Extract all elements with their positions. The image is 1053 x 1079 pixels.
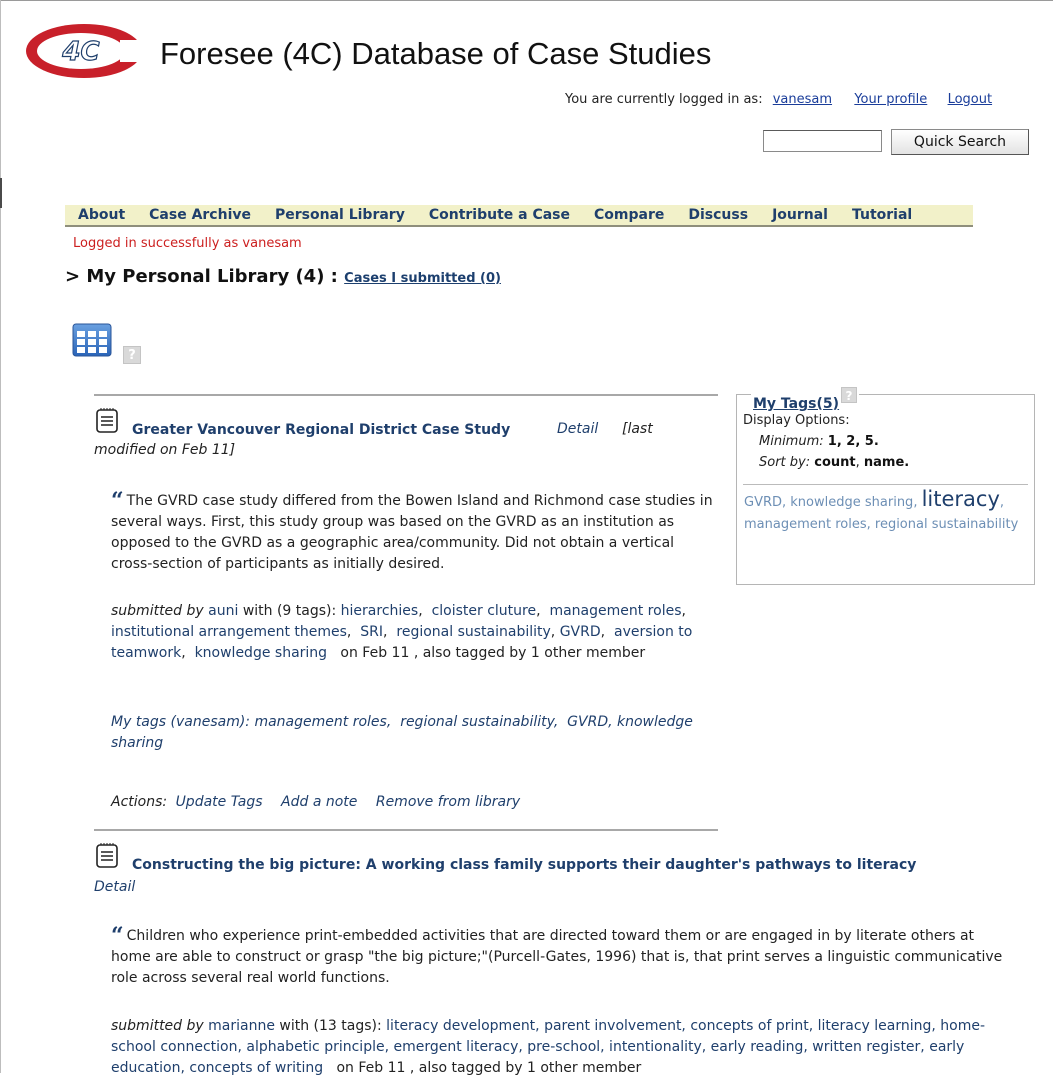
my-tag-link[interactable]: GVRD xyxy=(567,714,608,730)
help-icon[interactable]: ? xyxy=(841,387,858,403)
case-modified-date-end: modified on Feb 11] xyxy=(94,442,236,458)
nav-discuss[interactable]: Discuss xyxy=(688,207,748,223)
tag-link[interactable]: knowledge sharing xyxy=(195,645,328,661)
tag-link[interactable]: SRI xyxy=(360,624,383,640)
nav-case-archive[interactable]: Case Archive xyxy=(149,207,251,223)
tag-cloud-item[interactable]: GVRD xyxy=(744,495,782,510)
case-title-link[interactable]: Constructing the big picture: A working … xyxy=(132,857,916,873)
main-nav: About Case Archive Personal Library Cont… xyxy=(65,205,973,227)
my-tags-panel: My Tags(5)? Display Options: Minimum: 1,… xyxy=(736,387,1035,585)
actions-label: Actions: xyxy=(111,794,168,810)
document-icon xyxy=(96,408,118,433)
my-tag-link[interactable]: regional sustainability xyxy=(400,714,554,730)
submitted-by-label: submitted by xyxy=(111,603,204,619)
username-link[interactable]: vanesam xyxy=(773,92,832,107)
tag-link[interactable]: hierarchies xyxy=(341,603,419,619)
page-title: > My Personal Library (4) : Cases I subm… xyxy=(65,266,501,287)
logout-link[interactable]: Logout xyxy=(948,92,993,107)
tag-link[interactable]: cloister cluture xyxy=(432,603,537,619)
tag-panel-divider xyxy=(743,484,1028,485)
my-tag-link[interactable]: management roles xyxy=(254,714,386,730)
case-excerpt: “Children who experience print-embedded … xyxy=(111,923,1011,989)
login-status-bar: You are currently logged in as: vanesam … xyxy=(565,92,992,107)
sort-option: Sort by: count, name. xyxy=(759,455,910,470)
login-success-message: Logged in successfully as vanesam xyxy=(73,236,302,251)
case-divider xyxy=(94,394,718,396)
case-submission-info: submitted by auni with (9 tags): hierarc… xyxy=(111,603,693,661)
site-title: Foresee (4C) Database of Case Studies xyxy=(160,36,712,71)
quote-mark-icon: “ xyxy=(111,923,124,949)
sort-name-link[interactable]: name. xyxy=(864,455,909,470)
logo-lettering: 4C xyxy=(61,37,99,67)
sort-count-link[interactable]: count xyxy=(814,455,855,470)
sort-label: Sort by: xyxy=(759,455,811,470)
case-excerpt: “The GVRD case study differed from the B… xyxy=(111,488,716,575)
nav-contribute-case[interactable]: Contribute a Case xyxy=(429,207,570,223)
case-divider xyxy=(94,829,718,831)
tag-link[interactable]: institutional arrangement themes xyxy=(111,624,347,640)
window-edge-mark xyxy=(0,178,2,208)
minimum-values[interactable]: 1, 2, 5. xyxy=(828,434,879,449)
tag-count: with (13 tags): xyxy=(279,1018,382,1034)
nav-about[interactable]: About xyxy=(78,207,125,223)
login-prefix: You are currently logged in as: xyxy=(565,92,763,107)
case-excerpt-text: Children who experience print-embedded a… xyxy=(111,928,1003,986)
minimum-label: Minimum: xyxy=(759,434,824,449)
tag-cloud-item[interactable]: management roles xyxy=(744,517,867,532)
help-icon[interactable]: ? xyxy=(123,346,141,364)
quote-mark-icon: “ xyxy=(111,488,124,514)
tag-cloud-item[interactable]: regional sustainability xyxy=(875,517,1018,532)
submission-suffix: on Feb 11 , also tagged by 1 other membe… xyxy=(340,645,646,661)
document-icon xyxy=(96,843,118,868)
tag-cloud-item[interactable]: literacy xyxy=(922,487,1000,511)
case-detail-link[interactable]: Detail xyxy=(94,879,135,895)
nav-journal[interactable]: Journal xyxy=(772,207,828,223)
submitted-by-label: submitted by xyxy=(111,1018,204,1034)
case-detail-link[interactable]: Detail xyxy=(557,421,598,437)
window-top-edge xyxy=(0,0,1053,1)
my-tags-heading: My Tags(5)? xyxy=(751,387,860,412)
tag-cloud: GVRD, knowledge sharing, literacy, manag… xyxy=(744,487,1019,532)
window-left-edge xyxy=(0,0,1,1073)
tag-link[interactable]: regional sustainability xyxy=(396,624,550,640)
my-tags-label: My tags (vanesam): xyxy=(111,714,251,730)
update-tags-link[interactable]: Update Tags xyxy=(176,794,263,810)
nav-tutorial[interactable]: Tutorial xyxy=(852,207,912,223)
minimum-option: Minimum: 1, 2, 5. xyxy=(759,434,879,449)
case-actions: Actions: Update Tags Add a note Remove f… xyxy=(111,794,520,810)
remove-from-library-link[interactable]: Remove from library xyxy=(376,794,520,810)
nav-compare[interactable]: Compare xyxy=(594,207,664,223)
tag-count: with (9 tags): xyxy=(242,603,337,619)
my-tags-line: My tags (vanesam): management roles, reg… xyxy=(111,714,693,751)
case-excerpt-text: The GVRD case study differed from the Bo… xyxy=(111,493,713,572)
submitter-link[interactable]: marianne xyxy=(208,1018,275,1034)
library-heading: > My Personal Library (4) : xyxy=(65,266,338,287)
submitter-link[interactable]: auni xyxy=(208,603,238,619)
site-logo[interactable]: 4C xyxy=(24,22,144,80)
my-tags-title-link[interactable]: My Tags(5) xyxy=(753,396,839,412)
submission-suffix: on Feb 11 , also tagged by 1 other membe… xyxy=(336,1060,642,1076)
nav-personal-library[interactable]: Personal Library xyxy=(275,207,405,223)
display-options-label: Display Options: xyxy=(743,413,850,428)
tag-link[interactable]: GVRD xyxy=(560,624,601,640)
cases-submitted-link[interactable]: Cases I submitted (0) xyxy=(344,271,501,286)
tag-link[interactable]: management roles xyxy=(549,603,681,619)
add-note-link[interactable]: Add a note xyxy=(281,794,357,810)
case-submission-info: submitted by marianne with (13 tags): li… xyxy=(111,1016,1011,1079)
table-view-icon[interactable] xyxy=(72,323,112,357)
case-modified-date-start: [last xyxy=(622,421,653,437)
profile-link[interactable]: Your profile xyxy=(854,92,927,107)
quick-search-input[interactable] xyxy=(763,130,882,152)
tag-cloud-item[interactable]: knowledge sharing xyxy=(790,495,913,510)
case-title-link[interactable]: Greater Vancouver Regional District Case… xyxy=(132,422,510,438)
quick-search-button[interactable]: Quick Search xyxy=(891,129,1029,155)
